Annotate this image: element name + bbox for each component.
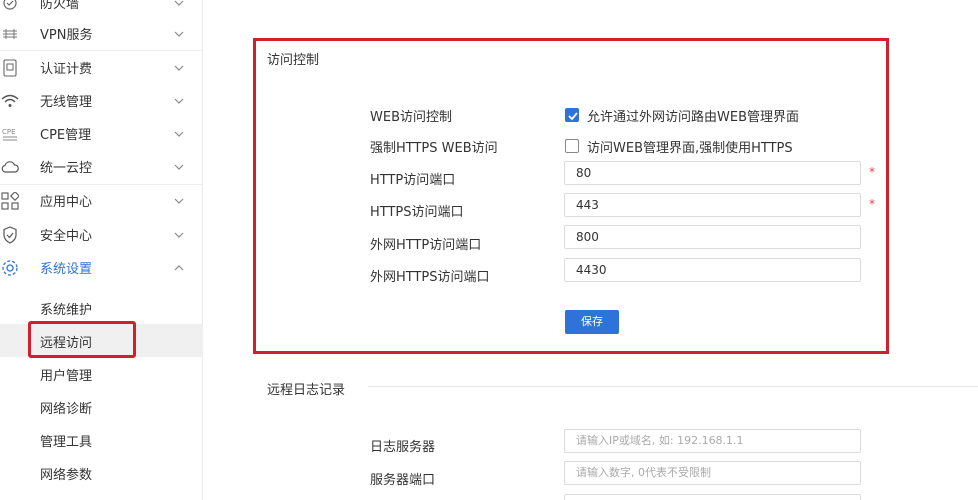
section-divider: [368, 386, 978, 387]
log-server-label: 日志服务器: [370, 440, 436, 455]
sidebar-item-security-center[interactable]: 安全中心: [0, 218, 203, 251]
auth-billing-icon: [0, 58, 20, 78]
cloud-icon: [0, 157, 20, 177]
web-access-checkbox[interactable]: [565, 108, 579, 122]
apps-grid-icon: [0, 191, 20, 211]
next-field-input[interactable]: [564, 494, 861, 500]
sidebar-item-label: 安全中心: [40, 229, 93, 244]
ext-https-port-label: 外网HTTPS访问端口: [370, 270, 490, 285]
remote-log-title: 远程日志记录: [267, 383, 346, 398]
sidebar-item-auth-billing[interactable]: 认证计费: [0, 51, 203, 84]
log-server-port-label: 服务器端口: [370, 473, 436, 488]
sidebar-item-app-center[interactable]: 应用中心: [0, 184, 203, 217]
sidebar-subitem-management-tools[interactable]: 管理工具: [0, 423, 203, 456]
required-mark: *: [869, 165, 875, 179]
app-root: 防火墙 VPN服务 认证计费 无线管理 CPE CPE管理 统一云控 应用中心 …: [0, 0, 978, 500]
sidebar: 防火墙 VPN服务 认证计费 无线管理 CPE CPE管理 统一云控 应用中心 …: [0, 0, 203, 500]
http-port-label: HTTP访问端口: [370, 173, 456, 188]
chevron-down-icon: [173, 161, 185, 173]
sidebar-item-label: 认证计费: [40, 62, 93, 77]
sidebar-item-label: 无线管理: [40, 95, 93, 110]
web-access-label: WEB访问控制: [370, 110, 452, 125]
sidebar-subitem-label: 系统维护: [40, 303, 93, 318]
sidebar-subitem-label: 管理工具: [40, 435, 93, 450]
sidebar-subitem-label: 网络诊断: [40, 402, 93, 417]
sidebar-item-label: 统一云控: [40, 161, 93, 176]
https-port-label: HTTPS访问端口: [370, 205, 464, 220]
sidebar-item-label: 系统设置: [40, 262, 93, 277]
shield-outline-icon: [0, 0, 20, 13]
https-force-label: 强制HTTPS WEB访问: [370, 141, 498, 156]
chevron-down-icon: [173, 0, 185, 9]
https-force-checkbox[interactable]: [565, 139, 579, 153]
sidebar-subitem-label: 用户管理: [40, 369, 93, 384]
remote-access-highlight: [28, 321, 136, 358]
chevron-down-icon: [173, 95, 185, 107]
web-access-checkbox-text: 允许通过外网访问路由WEB管理界面: [587, 110, 799, 125]
required-mark: *: [869, 197, 875, 211]
sidebar-subitem-user-management[interactable]: 用户管理: [0, 357, 203, 390]
https-force-checkbox-text: 访问WEB管理界面,强制使用HTTPS: [587, 141, 793, 156]
sidebar-item-label: CPE管理: [40, 128, 92, 143]
sidebar-subitem-network-params[interactable]: 网络参数: [0, 456, 203, 489]
log-server-input[interactable]: 请输入IP或域名, 如: 192.168.1.1: [564, 429, 861, 453]
check-icon: [568, 112, 578, 121]
sidebar-item-cloud[interactable]: 统一云控: [0, 150, 203, 183]
sidebar-item-vpn[interactable]: VPN服务: [0, 17, 203, 50]
chevron-down-icon: [173, 28, 185, 40]
chevron-down-icon: [173, 229, 185, 241]
access-control-title: 访问控制: [267, 53, 320, 68]
log-server-port-input[interactable]: 请输入数字, 0代表不受限制: [564, 461, 861, 485]
sidebar-item-wireless[interactable]: 无线管理: [0, 84, 203, 117]
wifi-icon: [0, 91, 20, 111]
cpe-icon: CPE: [0, 124, 20, 144]
ext-http-port-input[interactable]: 800: [564, 225, 861, 249]
sidebar-item-label: 防火墙: [40, 0, 80, 12]
https-port-input[interactable]: 443: [564, 193, 861, 217]
sidebar-item-system-settings[interactable]: 系统设置: [0, 251, 203, 284]
security-shield-icon: [0, 225, 20, 245]
sidebar-item-cpe[interactable]: CPE CPE管理: [0, 117, 203, 150]
save-button[interactable]: 保存: [565, 310, 619, 334]
chevron-down-icon: [173, 62, 185, 74]
sidebar-subitem-label: 网络参数: [40, 468, 93, 483]
sidebar-item-label: VPN服务: [40, 28, 93, 43]
http-port-input[interactable]: 80: [564, 161, 861, 185]
svg-text:CPE: CPE: [2, 128, 16, 136]
gear-icon: [0, 258, 20, 278]
sidebar-subitem-network-diagnosis[interactable]: 网络诊断: [0, 390, 203, 423]
vpn-icon: [0, 24, 20, 44]
chevron-down-icon: [173, 195, 185, 207]
chevron-down-icon: [173, 128, 185, 140]
sidebar-subitem-system-maintenance[interactable]: 系统维护: [0, 291, 203, 324]
chevron-up-icon: [173, 262, 185, 274]
ext-http-port-label: 外网HTTP访问端口: [370, 238, 482, 253]
ext-https-port-input[interactable]: 4430: [564, 258, 861, 282]
sidebar-item-label: 应用中心: [40, 195, 93, 210]
